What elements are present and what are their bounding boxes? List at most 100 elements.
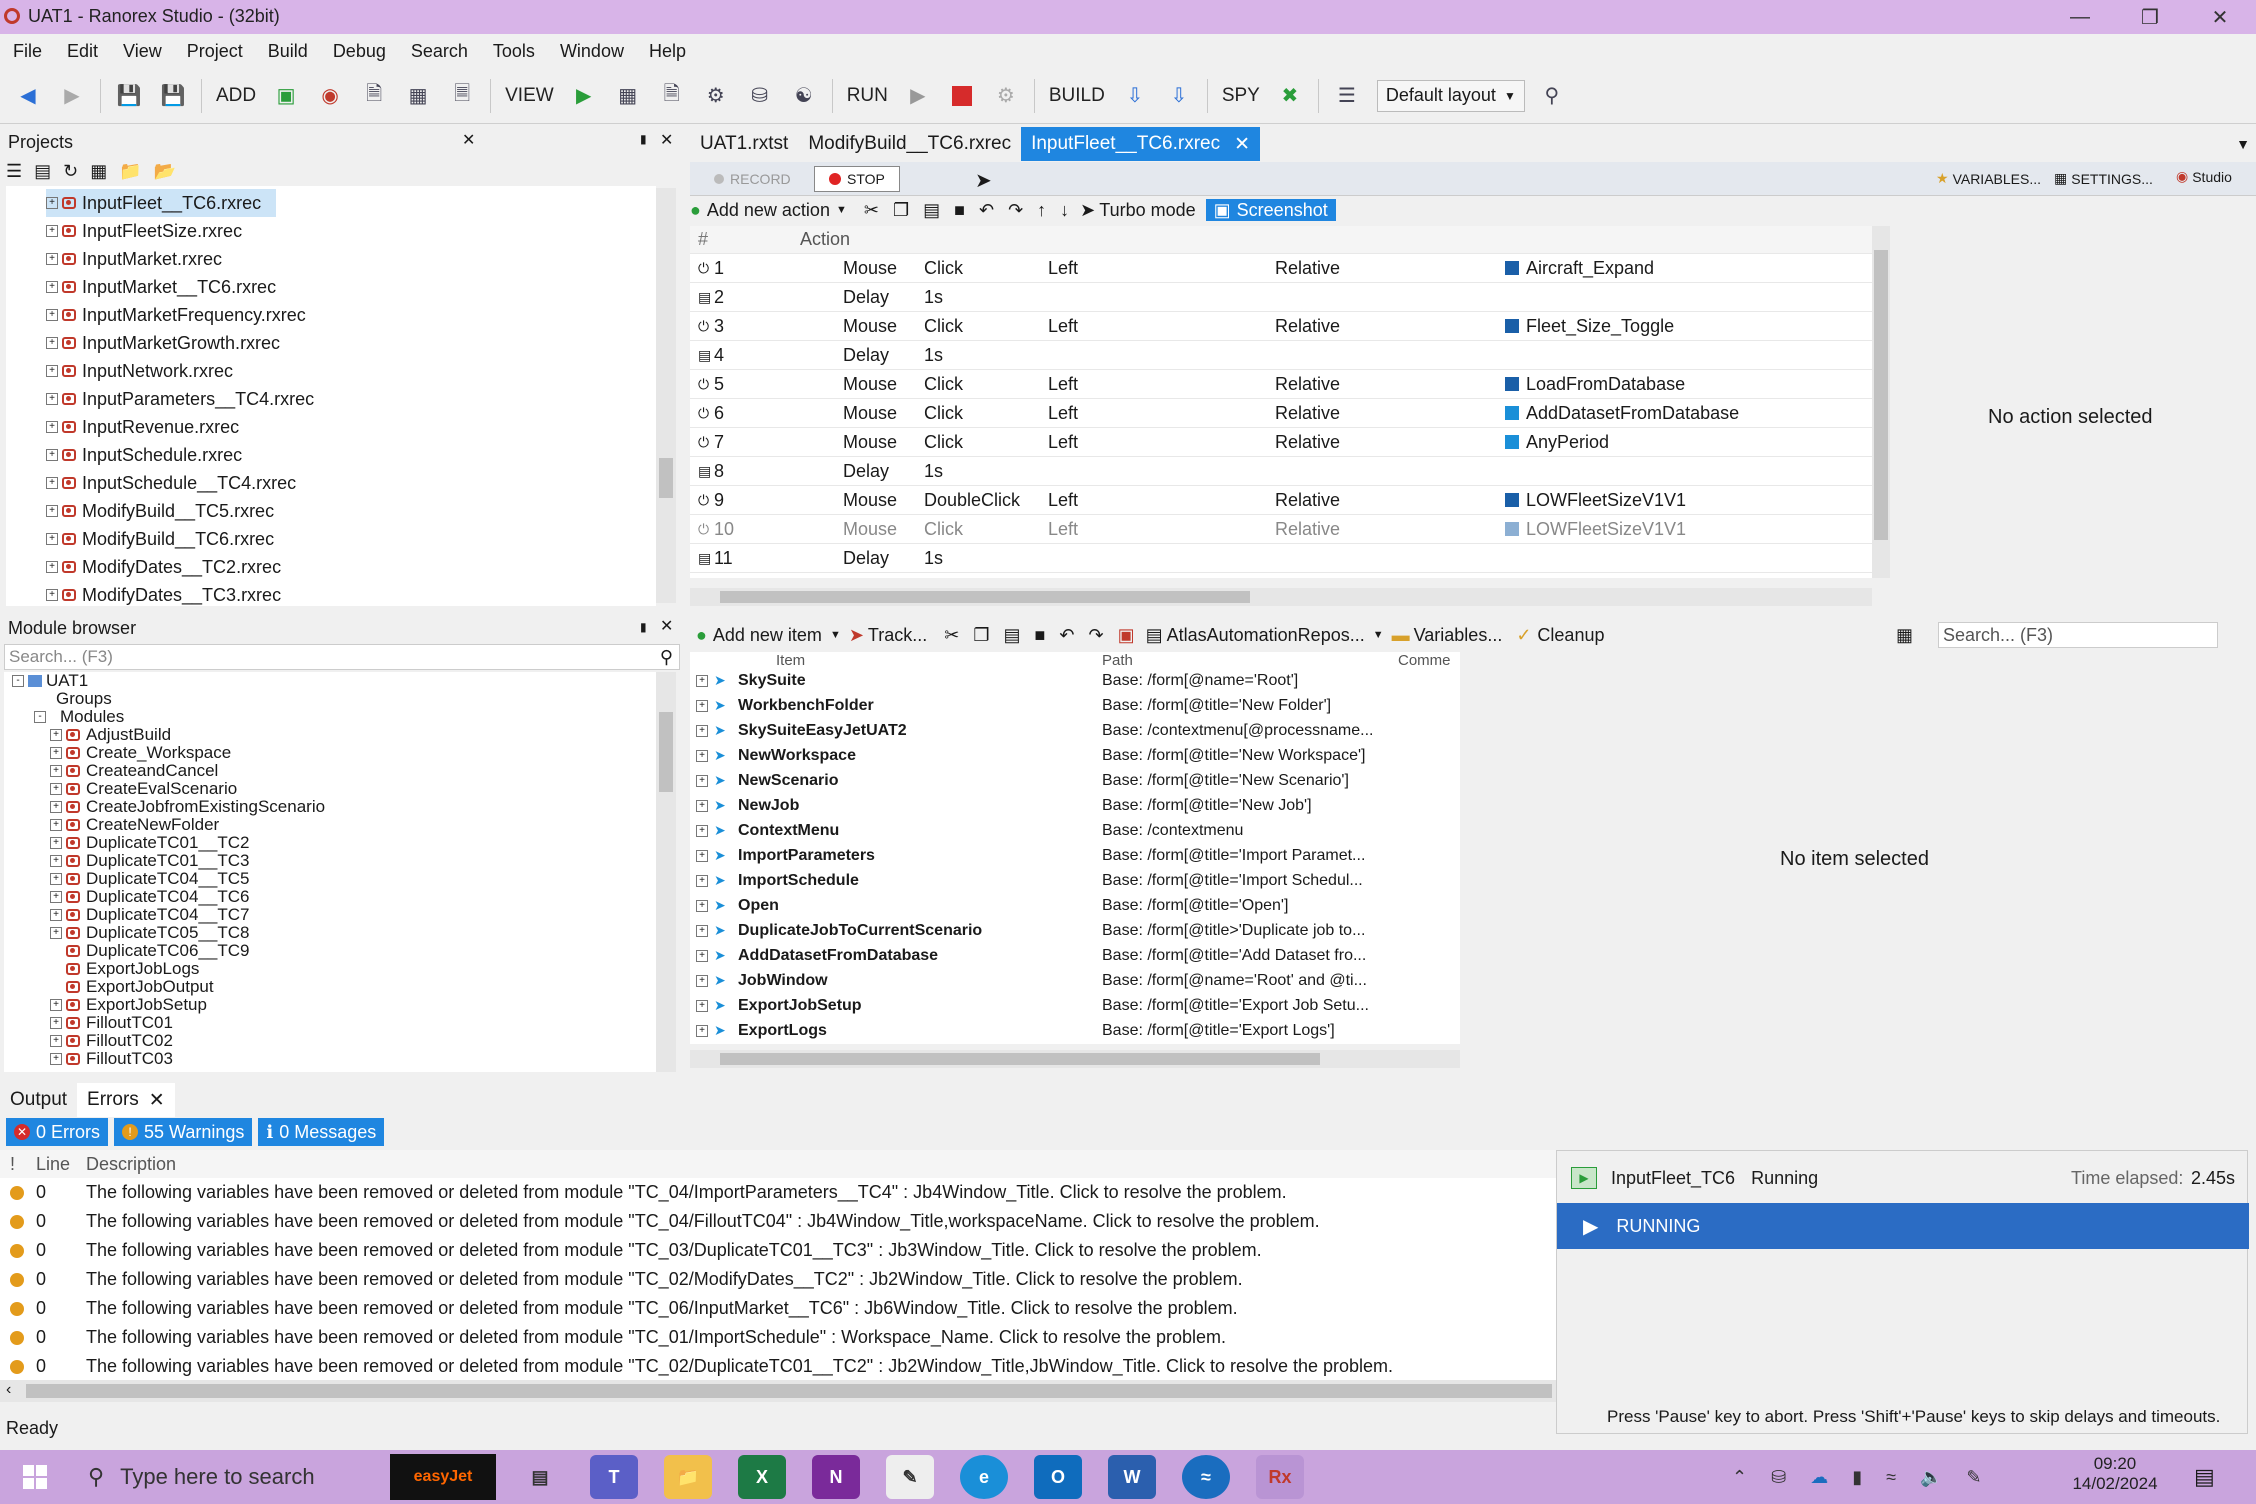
action-target[interactable]: AddDatasetFromDatabase	[1526, 403, 1739, 424]
project-item[interactable]: + InputMarketFrequency.rxrec	[46, 301, 456, 329]
tree-modules[interactable]: Modules	[60, 707, 124, 727]
module-pin-icon[interactable]: ▮	[640, 620, 647, 634]
repo-scrollbar-h[interactable]	[690, 1050, 1460, 1068]
module-item[interactable]: + CreateJobfromExistingScenario	[50, 797, 656, 816]
minimize-button[interactable]: —	[2045, 2, 2115, 32]
repo-row[interactable]: + ➤ SkySuiteEasyJetUAT2 Base: /contextmenu[…	[690, 718, 1460, 743]
shield-icon[interactable]: ⛁	[745, 81, 775, 111]
module-item[interactable]: + FilloutTC01	[50, 1013, 656, 1032]
projects-scroll-thumb[interactable]	[659, 458, 673, 498]
search-icon[interactable]: ⚲	[1537, 81, 1567, 111]
add-item-icon[interactable]: 🗏	[447, 81, 477, 111]
action-target[interactable]: AnyPeriod	[1526, 432, 1609, 453]
action-row[interactable]: ▤ 11 Delay 1s	[690, 544, 1872, 573]
database-icon[interactable]: ☯	[789, 81, 819, 111]
action-row[interactable]: ⏻ 7 Mouse Click Left Relative AnyPeriod	[690, 428, 1872, 457]
project-item[interactable]: + InputSchedule.rxrec	[46, 441, 456, 469]
tab-errors[interactable]: Errors ✕	[77, 1083, 175, 1117]
spy-icon[interactable]: ✖	[1275, 81, 1305, 111]
action-target[interactable]: LOWFleetSizeV1V1	[1526, 519, 1686, 540]
collapse-icon[interactable]: ☰	[6, 161, 22, 182]
grid-view-icon[interactable]: ▦	[1896, 625, 1913, 646]
action-row[interactable]: ⏻ 10 Mouse Click Left Relative LOWFleetSizeV1V…	[690, 515, 1872, 544]
taskbar-search-input[interactable]: Type here to search	[120, 1464, 314, 1490]
repo-row[interactable]: + ➤ NewJob Base: /form[@title='New Job']	[690, 793, 1460, 818]
module-item[interactable]: + DuplicateTC01__TC2	[50, 833, 656, 852]
variables-button[interactable]: ★ VARIABLES...	[1936, 170, 2041, 187]
expand-icon[interactable]: +	[696, 824, 708, 837]
cleanup-button[interactable]: Cleanup	[1537, 625, 1604, 646]
expand-icon[interactable]: +	[696, 724, 708, 737]
actions-scrollbar-h[interactable]	[690, 588, 1872, 606]
action-row[interactable]: ▤ 4 Delay 1s	[690, 341, 1872, 370]
menu-search[interactable]: Search	[411, 41, 468, 62]
expand-icon[interactable]: +	[696, 674, 708, 687]
add-code-module-icon[interactable]: 🗎	[359, 81, 389, 111]
warnings-filter-button[interactable]: ! 55 Warnings	[114, 1118, 253, 1146]
module-scrollbar[interactable]	[656, 672, 676, 1072]
repo-row[interactable]: + ➤ NewWorkspace Base: /form[@title='New Wo…	[690, 743, 1460, 768]
module-item[interactable]: + FilloutTC03	[50, 1049, 656, 1068]
tab-modifybuild[interactable]: ModifyBuild__TC6.rxrec	[798, 127, 1021, 161]
scroll-left-icon[interactable]: ‹	[6, 1381, 11, 1399]
refresh-icon[interactable]: ↻	[63, 161, 78, 182]
module-item[interactable]: + ExportJobSetup	[50, 995, 656, 1014]
add-recording-icon[interactable]: ▣	[271, 81, 301, 111]
repo-row[interactable]: + ➤ ImportParameters Base: /form[@title='Im…	[690, 843, 1460, 868]
highlight-icon[interactable]: ▣	[1118, 625, 1135, 646]
layout-select[interactable]: Default layout ▼	[1376, 79, 1525, 112]
delete-icon[interactable]: ■	[1035, 625, 1046, 646]
debug-icon[interactable]: ⚙	[991, 81, 1021, 111]
menu-debug[interactable]: Debug	[333, 41, 386, 62]
messages-filter-button[interactable]: ℹ0 Messages	[258, 1118, 385, 1146]
action-row[interactable]: ▤ 2 Delay 1s	[690, 283, 1872, 312]
cut-icon[interactable]: ✂	[944, 625, 959, 646]
battery-icon[interactable]: ▮	[1852, 1467, 1862, 1488]
open-folder-icon[interactable]: 📂	[154, 161, 176, 182]
actions-scroll-thumb-h[interactable]	[720, 591, 1250, 603]
expand-icon[interactable]: +	[696, 849, 708, 862]
close-button[interactable]: ✕	[2185, 2, 2255, 32]
close-icon[interactable]: ✕	[1234, 133, 1250, 156]
word-icon[interactable]: W	[1108, 1455, 1156, 1499]
stop-button[interactable]: STOP	[814, 166, 900, 192]
menu-project[interactable]: Project	[187, 41, 243, 62]
layout-settings-icon[interactable]: ☰	[1332, 81, 1362, 111]
module-item[interactable]: + FilloutTC02	[50, 1031, 656, 1050]
action-row[interactable]: ▤ 8 Delay 1s	[690, 457, 1872, 486]
expand-icon[interactable]: +	[696, 924, 708, 937]
action-row[interactable]: ⏻ 1 Mouse Click Left Relative Aircraft_Expand	[690, 254, 1872, 283]
restore-button[interactable]: ❐	[2115, 2, 2185, 32]
repo-search-box[interactable]: Search... (F3)	[1938, 622, 2218, 648]
tabs-overflow-icon[interactable]: ▼	[2236, 136, 2250, 152]
repo-row[interactable]: + ➤ ExportJobSetup Base: /form[@title='Expo…	[690, 993, 1460, 1018]
action-row[interactable]: ⏻ 5 Mouse Click Left Relative LoadFromDatabase	[690, 370, 1872, 399]
repository-select[interactable]: AtlasAutomationRepos...	[1167, 625, 1365, 646]
add-action-button[interactable]: Add new action	[707, 200, 830, 221]
actions-scrollbar-v[interactable]	[1872, 226, 1890, 578]
undo-icon[interactable]: ↶	[979, 200, 994, 221]
rebuild-icon[interactable]: ⇩	[1164, 81, 1194, 111]
module-scroll-thumb[interactable]	[659, 712, 673, 792]
skysuite-icon[interactable]: ≈	[1182, 1455, 1230, 1499]
project-item[interactable]: + InputSchedule__TC4.rxrec	[46, 469, 456, 497]
module-item[interactable]: + AdjustBuild	[50, 725, 656, 744]
report-icon[interactable]: 🗎	[657, 81, 687, 111]
move-up-icon[interactable]: ↑	[1037, 200, 1046, 221]
wifi-icon[interactable]: ≈	[1886, 1467, 1896, 1488]
expand-icon[interactable]: +	[696, 999, 708, 1012]
tree-icon[interactable]: ▦	[90, 161, 107, 182]
module-item[interactable]: ExportJobLogs	[50, 959, 656, 978]
errors-scrollbar-h[interactable]: ‹	[0, 1380, 1556, 1402]
save-all-icon[interactable]: 💾	[158, 81, 188, 111]
onedrive-icon[interactable]: ☁	[1810, 1467, 1828, 1488]
ranorex-icon[interactable]: Rx	[1256, 1455, 1304, 1499]
project-item[interactable]: + ModifyDates__TC3.rxrec	[46, 581, 456, 609]
forward-icon[interactable]: ▶	[57, 81, 87, 111]
screenshot-button[interactable]: ▣ Screenshot	[1205, 199, 1336, 221]
expand-icon[interactable]: +	[696, 974, 708, 987]
action-target[interactable]: LOWFleetSizeV1V1	[1526, 490, 1686, 511]
menu-file[interactable]: File	[13, 41, 42, 62]
expand-icon[interactable]: +	[696, 749, 708, 762]
module-search-input[interactable]: Search... (F3)	[9, 647, 113, 667]
